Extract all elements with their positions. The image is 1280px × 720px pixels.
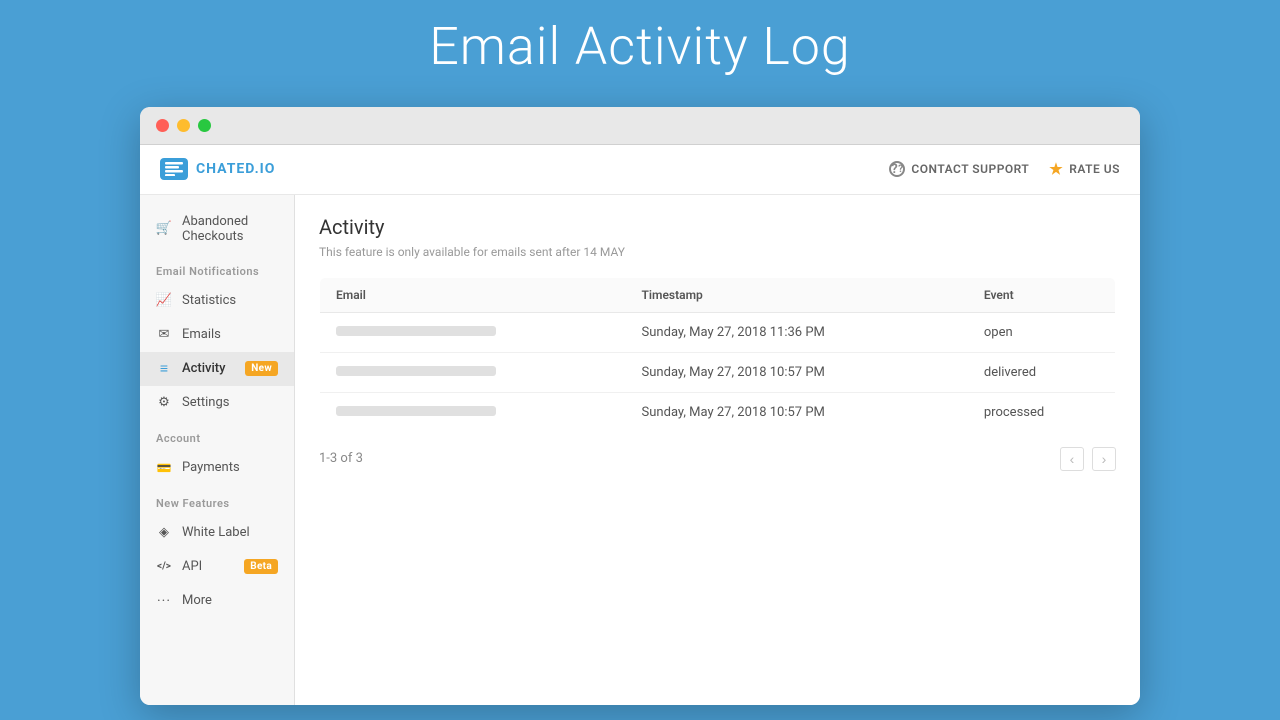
pagination-prev-button[interactable]: ‹ [1060, 447, 1084, 471]
sidebar-item-emails[interactable]: ✉ Emails [140, 318, 294, 352]
event-cell: open [968, 312, 1116, 352]
header-actions: ? CONTACT SUPPORT ★ RATE US [889, 160, 1120, 178]
sidebar-item-activity[interactable]: ≡ Activity New [140, 352, 294, 386]
sidebar-item-api[interactable]: </> API Beta [140, 550, 294, 584]
event-cell: processed [968, 392, 1116, 432]
maximize-button[interactable] [198, 119, 211, 132]
sidebar-item-abandoned-checkouts[interactable]: 🛒 Abandoned Checkouts [140, 205, 294, 253]
page-title: Email Activity Log [429, 16, 851, 77]
sidebar-item-payments[interactable]: 💳 Payments [140, 451, 294, 485]
table-header-row: Email Timestamp Event [320, 277, 1116, 312]
pagination-row: 1-3 of 3 ‹ › [319, 447, 1116, 471]
sidebar-item-label: API [182, 559, 202, 574]
rate-us-button[interactable]: ★ RATE US [1049, 160, 1120, 178]
col-email: Email [320, 277, 626, 312]
window-titlebar [140, 107, 1140, 145]
email-cell [320, 352, 626, 392]
timestamp-cell: Sunday, May 27, 2018 10:57 PM [626, 392, 968, 432]
sidebar: 🛒 Abandoned Checkouts Email Notification… [140, 195, 295, 705]
sidebar-item-label: Emails [182, 327, 221, 342]
sidebar-item-label: More [182, 593, 212, 608]
star-icon: ★ [1049, 160, 1063, 178]
main-title: Activity [319, 215, 1116, 239]
app-header: CHATED.IO ? CONTACT SUPPORT ★ RATE US [140, 145, 1140, 195]
sidebar-item-more[interactable]: ··· More [140, 584, 294, 618]
activity-icon: ≡ [156, 361, 172, 377]
payment-icon: 💳 [156, 460, 172, 476]
activity-table: Email Timestamp Event Sunday, May 27, 20… [319, 277, 1116, 433]
cart-icon: 🛒 [156, 221, 172, 237]
col-event: Event [968, 277, 1116, 312]
more-icon: ··· [156, 593, 172, 609]
main-subtitle: This feature is only available for email… [319, 245, 1116, 259]
sidebar-item-settings[interactable]: ⚙ Settings [140, 386, 294, 420]
sidebar-section-email-notifications: Email Notifications [140, 253, 294, 284]
app-window: CHATED.IO ? CONTACT SUPPORT ★ RATE US 🛒 … [140, 107, 1140, 705]
sidebar-item-label: Statistics [182, 293, 236, 308]
pagination-arrows: ‹ › [1060, 447, 1116, 471]
pagination-next-button[interactable]: › [1092, 447, 1116, 471]
settings-icon: ⚙ [156, 395, 172, 411]
new-badge: New [245, 361, 278, 376]
minimize-button[interactable] [177, 119, 190, 132]
timestamp-cell: Sunday, May 27, 2018 10:57 PM [626, 352, 968, 392]
email-cell [320, 392, 626, 432]
sidebar-item-label: Settings [182, 395, 229, 410]
logo-icon [160, 158, 188, 180]
sidebar-item-label: Abandoned Checkouts [182, 214, 278, 244]
table-row: Sunday, May 27, 2018 10:57 PM processed [320, 392, 1116, 432]
logo[interactable]: CHATED.IO [160, 158, 275, 180]
table-row: Sunday, May 27, 2018 10:57 PM delivered [320, 352, 1116, 392]
sidebar-item-statistics[interactable]: 📈 Statistics [140, 284, 294, 318]
pagination-label: 1-3 of 3 [319, 451, 363, 466]
chart-icon: 📈 [156, 293, 172, 309]
contact-support-button[interactable]: ? CONTACT SUPPORT [889, 161, 1029, 177]
api-icon: </> [156, 559, 172, 575]
event-cell: delivered [968, 352, 1116, 392]
sidebar-item-white-label[interactable]: ◈ White Label [140, 516, 294, 550]
main-content: Activity This feature is only available … [295, 195, 1140, 705]
app-body: 🛒 Abandoned Checkouts Email Notification… [140, 195, 1140, 705]
sidebar-section-account: Account [140, 420, 294, 451]
col-timestamp: Timestamp [626, 277, 968, 312]
logo-text: CHATED.IO [196, 161, 275, 177]
close-button[interactable] [156, 119, 169, 132]
sidebar-item-label: Payments [182, 460, 240, 475]
email-cell [320, 312, 626, 352]
table-row: Sunday, May 27, 2018 11:36 PM open [320, 312, 1116, 352]
question-icon: ? [889, 161, 905, 177]
sidebar-item-label: Activity [182, 361, 226, 376]
beta-badge: Beta [244, 559, 278, 574]
label-icon: ◈ [156, 525, 172, 541]
timestamp-cell: Sunday, May 27, 2018 11:36 PM [626, 312, 968, 352]
email-icon: ✉ [156, 327, 172, 343]
sidebar-item-label: White Label [182, 525, 250, 540]
sidebar-section-new-features: New Features [140, 485, 294, 516]
